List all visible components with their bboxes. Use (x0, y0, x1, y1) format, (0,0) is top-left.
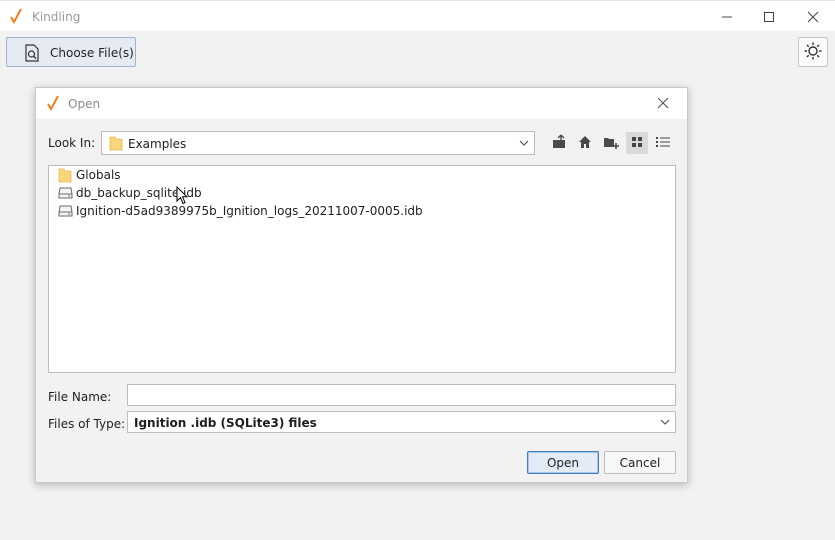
choose-files-button[interactable]: Choose File(s) (6, 37, 136, 67)
folder-up-icon (551, 134, 567, 153)
app-title: Kindling (32, 10, 81, 24)
new-folder-icon (603, 134, 619, 153)
look-in-value: Examples (128, 137, 187, 151)
kindling-logo-icon (9, 8, 23, 27)
chevron-down-icon (518, 137, 530, 152)
grid-icon (631, 136, 643, 151)
files-of-type-label: Files of Type: (48, 417, 126, 431)
up-one-level-button[interactable] (548, 132, 570, 154)
cancel-button[interactable]: Cancel (604, 451, 676, 474)
open-dialog: Open Look In: Examples Globals db_backup… (35, 87, 688, 483)
close-icon (657, 97, 669, 112)
look-in-label: Look In: (48, 136, 96, 150)
theme-toggle-button[interactable] (798, 37, 828, 67)
chevron-down-icon (659, 416, 671, 431)
mouse-cursor-icon (176, 185, 189, 208)
details-view-button[interactable] (652, 132, 674, 154)
file-list[interactable]: Globals db_backup_sqlite.idb Ignition-d5… (48, 165, 676, 373)
file-name: Ignition-d5ad9389975b_Ignition_logs_2021… (76, 204, 423, 218)
file-name-input[interactable] (127, 384, 676, 406)
app-titlebar: Kindling (0, 0, 835, 31)
sun-icon (804, 42, 822, 63)
folder-icon (109, 135, 123, 154)
minimize-button[interactable] (707, 1, 747, 32)
files-of-type-value: Ignition .idb (SQLite3) files (134, 416, 317, 430)
dialog-close-button[interactable] (648, 91, 678, 117)
file-name: Globals (76, 168, 121, 182)
open-button[interactable]: Open (527, 451, 599, 474)
choose-files-label: Choose File(s) (50, 46, 134, 60)
maximize-button[interactable] (749, 1, 789, 32)
list-icon (656, 136, 670, 151)
close-window-button[interactable] (793, 1, 833, 32)
home-button[interactable] (574, 132, 596, 154)
home-icon (577, 134, 593, 153)
folder-icon (57, 167, 73, 183)
drive-icon (57, 203, 73, 219)
dialog-title: Open (68, 97, 101, 111)
list-view-button[interactable] (626, 132, 648, 154)
list-item-file[interactable]: Ignition-d5ad9389975b_Ignition_logs_2021… (57, 202, 423, 220)
file-search-icon (24, 44, 40, 65)
file-name-label: File Name: (48, 390, 112, 404)
dialog-titlebar: Open (36, 88, 687, 119)
look-in-dropdown[interactable]: Examples (101, 131, 535, 155)
drive-icon (57, 185, 73, 201)
files-of-type-dropdown[interactable]: Ignition .idb (SQLite3) files (127, 411, 676, 433)
kindling-logo-icon (46, 95, 60, 114)
new-folder-button[interactable] (600, 132, 622, 154)
list-item-folder[interactable]: Globals (57, 166, 121, 184)
